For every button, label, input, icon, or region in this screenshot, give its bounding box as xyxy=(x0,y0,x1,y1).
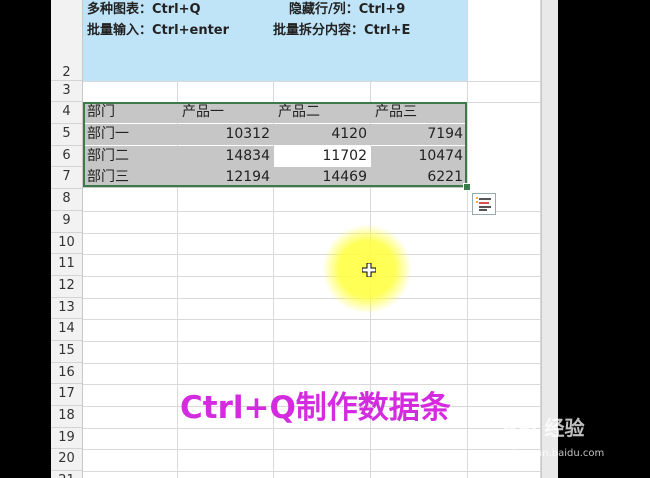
table-cell[interactable]: 14834 xyxy=(178,146,274,167)
table-cell[interactable]: 部门一 xyxy=(83,124,178,145)
shortcut-text: 批量输入：Ctrl+enter xyxy=(87,23,230,38)
vertical-scrollbar[interactable] xyxy=(541,0,558,478)
table-header-cell[interactable]: 产品三 xyxy=(371,102,467,123)
row-header[interactable]: 5 xyxy=(51,124,82,146)
row-header[interactable]: 7 xyxy=(51,167,82,189)
grid-line xyxy=(83,471,541,472)
row-header[interactable]: 20 xyxy=(51,449,82,471)
table-header-cell[interactable]: 部门 xyxy=(83,102,178,123)
row-header[interactable]: 17 xyxy=(51,384,82,406)
row-header[interactable]: 16 xyxy=(51,363,82,384)
grid-line xyxy=(83,81,541,82)
grid-line xyxy=(83,276,541,277)
row-header[interactable]: 9 xyxy=(51,211,82,233)
table-cell[interactable]: 部门三 xyxy=(83,167,178,188)
watermark-url: jingyan.baidu.com xyxy=(512,448,605,459)
active-cell[interactable]: 11702 xyxy=(274,146,371,167)
table-header-cell[interactable]: 产品一 xyxy=(178,102,274,123)
row-header[interactable]: 19 xyxy=(51,428,82,449)
row-header[interactable]: 12 xyxy=(51,276,82,298)
grid-line xyxy=(83,363,541,364)
table-cell[interactable]: 部门二 xyxy=(83,146,178,167)
quick-analysis-button[interactable] xyxy=(472,193,496,215)
row-header[interactable]: 21 xyxy=(51,471,82,478)
watermark: Bai 经验 xyxy=(502,416,585,440)
table-cell[interactable]: 10474 xyxy=(371,146,467,167)
row-header[interactable]: 11 xyxy=(51,254,82,276)
row-header[interactable]: 13 xyxy=(51,298,82,319)
row-header[interactable]: 6 xyxy=(51,146,82,167)
shortcut-text: 隐藏行/列：Ctrl+9 xyxy=(289,2,406,17)
quick-analysis-icon xyxy=(476,197,491,211)
row-header[interactable]: 4 xyxy=(51,102,82,124)
table-cell[interactable]: 12194 xyxy=(178,167,274,188)
grid-line xyxy=(83,233,541,234)
table-cell[interactable]: 10312 xyxy=(178,124,274,145)
grid-line xyxy=(83,298,541,299)
row-header[interactable]: 8 xyxy=(51,189,82,211)
table-cell[interactable]: 6221 xyxy=(371,167,467,188)
shortcut-text: 多种图表：Ctrl+Q xyxy=(87,2,201,17)
table-cell[interactable]: 4120 xyxy=(274,124,371,145)
row-header[interactable]: 3 xyxy=(51,81,82,102)
table-header-cell[interactable]: 产品二 xyxy=(274,102,371,123)
row-header[interactable]: 2 xyxy=(51,0,82,81)
grid-line xyxy=(83,449,541,450)
row-header[interactable]: 15 xyxy=(51,341,82,363)
row-header[interactable]: 14 xyxy=(51,319,82,341)
row-header-column: 2 3 4 5 6 7 8 9 10 11 12 13 14 15 16 17 … xyxy=(51,0,83,478)
grid-line xyxy=(83,254,541,255)
table-cell[interactable]: 7194 xyxy=(371,124,467,145)
grid-line xyxy=(83,341,541,342)
table-cell[interactable]: 14469 xyxy=(274,167,371,188)
cell-cursor-icon xyxy=(362,263,376,277)
grid-line xyxy=(83,428,541,429)
row-header[interactable]: 18 xyxy=(51,406,82,428)
grid-line xyxy=(83,319,541,320)
caption-overlay: Ctrl+Q制作数据条 xyxy=(180,390,451,426)
fill-handle[interactable] xyxy=(463,183,471,191)
row-header[interactable]: 10 xyxy=(51,233,82,254)
shortcut-info-block: 多种图表：Ctrl+Q 隐藏行/列：Ctrl+9 批量输入：Ctrl+enter… xyxy=(83,0,467,81)
shortcut-text: 批量拆分内容：Ctrl+E xyxy=(273,23,411,38)
